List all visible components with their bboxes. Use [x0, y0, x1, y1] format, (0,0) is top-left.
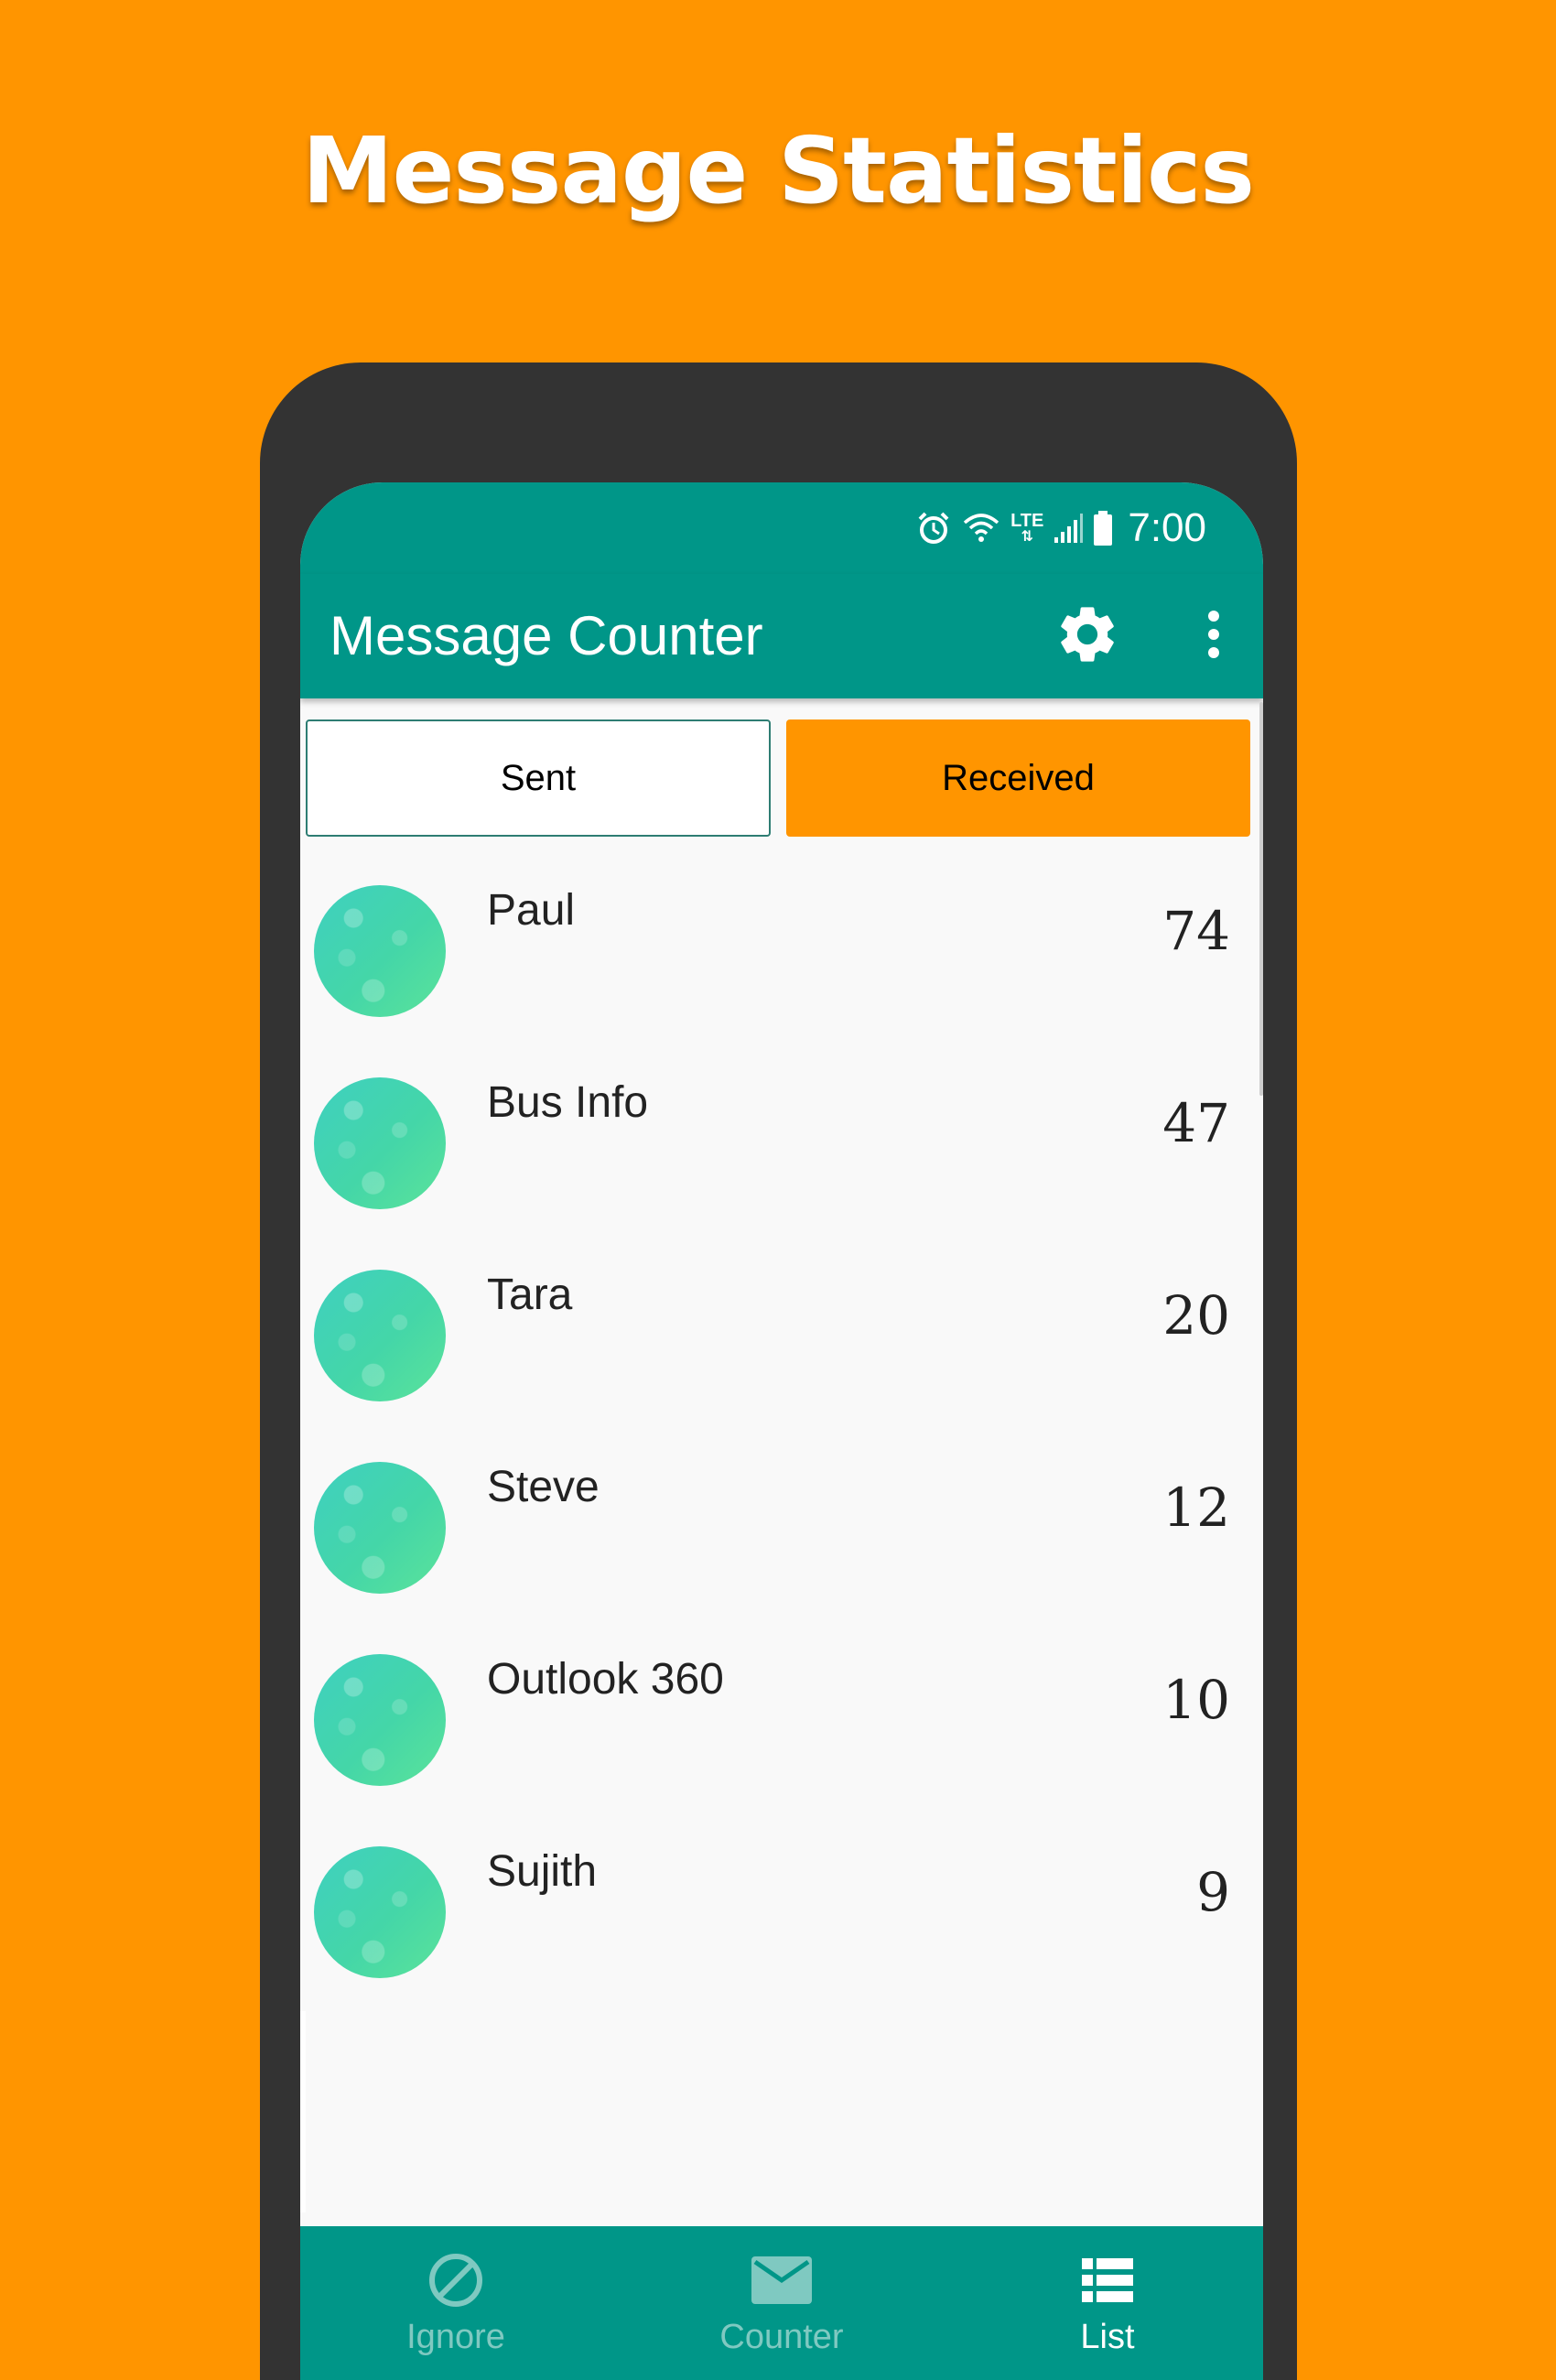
more-vert-icon: [1205, 607, 1223, 666]
avatar: [314, 1846, 446, 1978]
message-count: 10: [1162, 1669, 1230, 1731]
block-icon: [427, 2248, 485, 2312]
avatar: [314, 1270, 446, 1401]
message-count: 47: [1162, 1092, 1230, 1154]
app-screen: LTE ⇅ 7:00 Message Counter Sent Received…: [300, 482, 1263, 2380]
divider: [300, 2011, 306, 2212]
list-item[interactable]: Sujith 9: [300, 1828, 1263, 2020]
sent-toggle-button[interactable]: Sent: [306, 719, 771, 837]
mail-icon: [751, 2248, 812, 2312]
status-bar: LTE ⇅ 7:00: [300, 482, 1263, 574]
signal-icon: [1053, 512, 1084, 545]
contact-name: Tara: [487, 1271, 573, 1319]
list-item[interactable]: Steve 12: [300, 1444, 1263, 1636]
message-count: 20: [1162, 1284, 1230, 1347]
nav-label: List: [1080, 2318, 1135, 2356]
app-bar: Message Counter: [300, 574, 1263, 698]
list-item[interactable]: Bus Info 47: [300, 1059, 1263, 1251]
lte-label: LTE: [1010, 511, 1044, 531]
gear-icon: [1054, 600, 1121, 673]
nav-item-ignore[interactable]: Ignore: [300, 2226, 611, 2380]
alarm-icon: [915, 510, 952, 546]
bottom-navigation: Ignore Counter List: [300, 2226, 1263, 2380]
overflow-menu-button[interactable]: [1186, 600, 1241, 673]
avatar: [314, 885, 446, 1017]
nav-label: Counter: [719, 2318, 844, 2356]
nav-item-list[interactable]: List: [952, 2226, 1263, 2380]
app-title: Message Counter: [330, 605, 763, 666]
avatar: [314, 1077, 446, 1209]
wifi-icon: [961, 510, 1001, 546]
message-count: 74: [1162, 900, 1230, 962]
contact-name: Paul: [487, 886, 576, 935]
nav-item-counter[interactable]: Counter: [626, 2226, 937, 2380]
received-toggle-button[interactable]: Received: [786, 719, 1250, 837]
message-count: 9: [1196, 1861, 1230, 1923]
list-item[interactable]: Tara 20: [300, 1251, 1263, 1444]
contact-name: Sujith: [487, 1847, 598, 1896]
contact-name: Outlook 360: [487, 1655, 724, 1704]
status-time: 7:00: [1128, 505, 1206, 550]
battery-icon: [1093, 510, 1113, 546]
lte-icon: LTE ⇅: [1010, 511, 1044, 545]
settings-button[interactable]: [1051, 600, 1124, 673]
promo-headline: Message Statistics: [302, 117, 1255, 224]
avatar: [314, 1462, 446, 1594]
list-icon: [1082, 2248, 1133, 2312]
avatar: [314, 1654, 446, 1786]
list-item[interactable]: Paul 74: [300, 867, 1263, 1059]
contact-name: Bus Info: [487, 1078, 649, 1127]
contact-name: Steve: [487, 1463, 600, 1511]
message-count: 12: [1162, 1477, 1230, 1539]
list-item[interactable]: Outlook 360 10: [300, 1636, 1263, 1828]
nav-label: Ignore: [406, 2318, 505, 2356]
